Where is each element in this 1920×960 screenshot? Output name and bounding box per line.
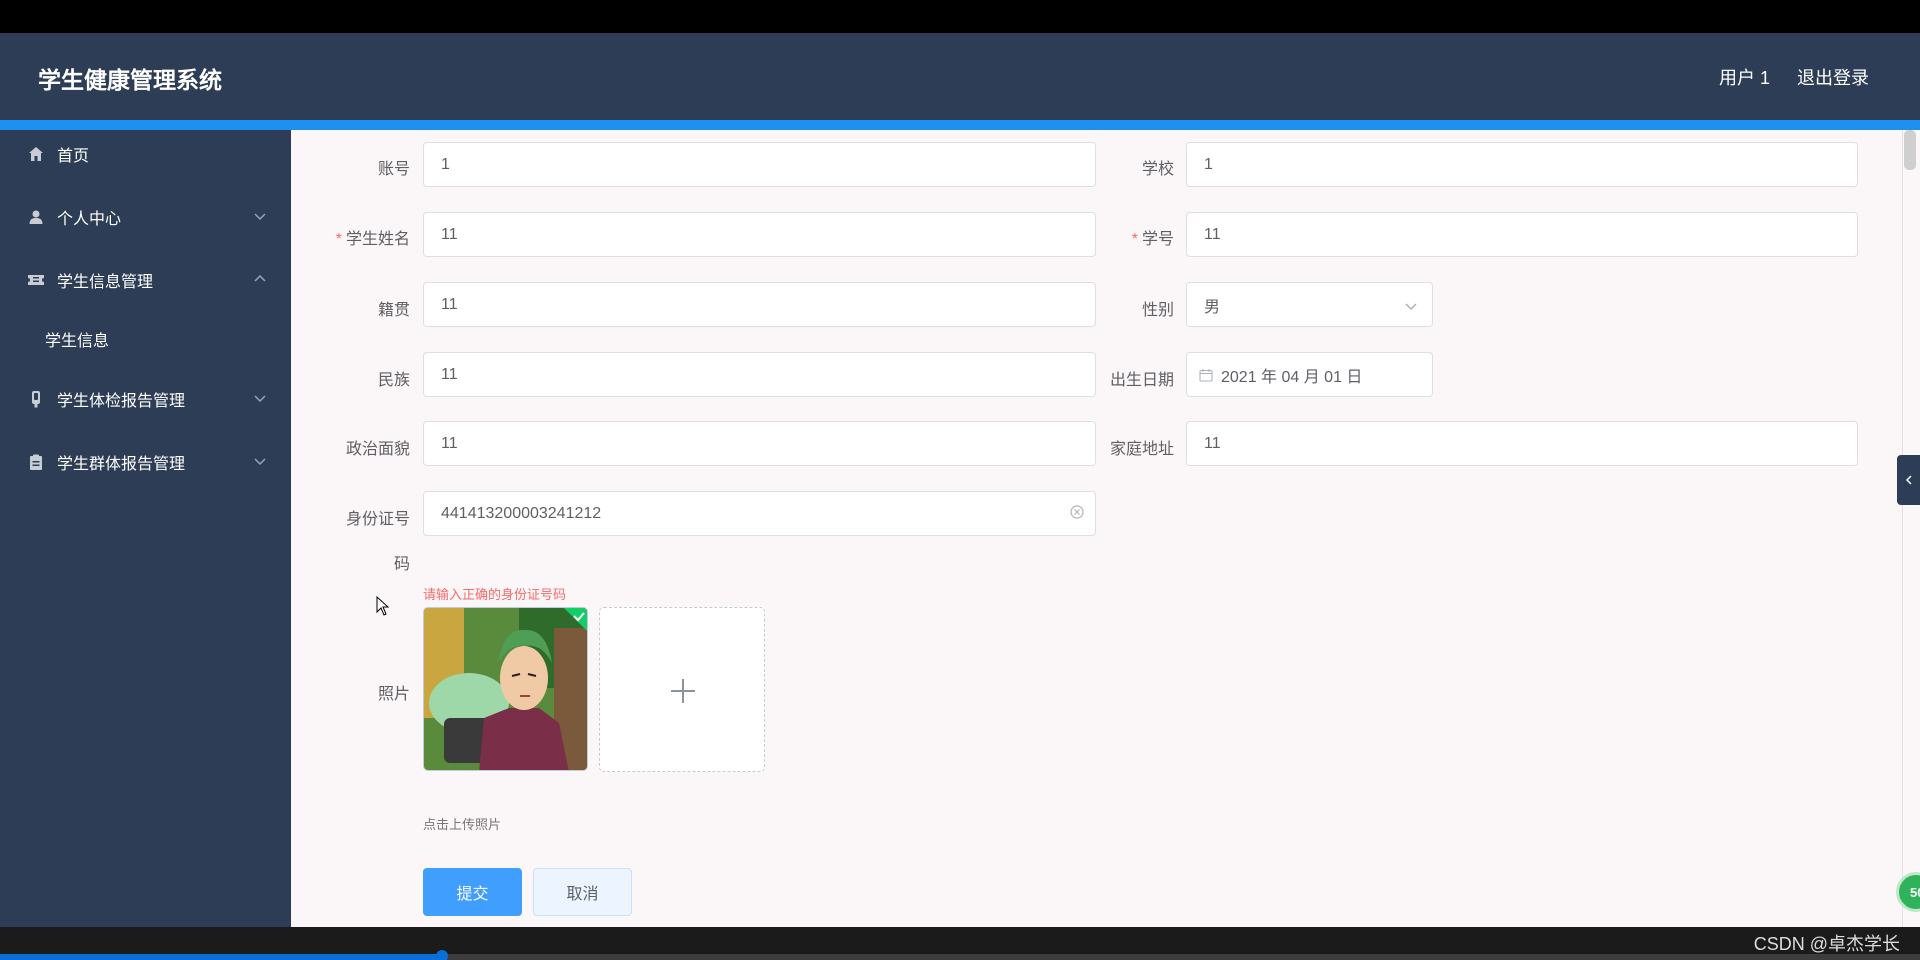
clipboard-icon (27, 390, 45, 408)
id-number-label-wrap: 码 (393, 556, 410, 573)
sidebar-item-home[interactable]: 首页 (0, 130, 291, 178)
student-name-value: 11 (441, 225, 458, 243)
home-address-value: 11 (1204, 434, 1221, 452)
id-number-label: 身份证号 (345, 511, 410, 528)
sidebar-item-label: 学生信息管理 (57, 274, 154, 291)
sidebar-item-personal-center[interactable]: 个人中心 (0, 193, 291, 241)
video-progress-fill (0, 954, 442, 960)
sidebar: 首页 个人中心 学生信息管理 学生信息 学生体检报告管理 学生群体报告管理 (0, 130, 291, 927)
submit-button[interactable]: 提交 (423, 868, 522, 916)
chevron-up-icon (254, 274, 266, 282)
app-header: 学生健康管理系统 用户 1 退出登录 (0, 33, 1920, 120)
school-input[interactable]: 1 (1186, 142, 1858, 187)
mouse-cursor-icon (376, 596, 390, 616)
ethnicity-label: 民族 (377, 372, 410, 389)
chevron-down-icon (254, 458, 266, 466)
native-place-value: 11 (441, 295, 458, 313)
sidebar-item-label: 个人中心 (57, 211, 122, 228)
home-icon (27, 145, 45, 163)
chevron-down-icon (1405, 303, 1417, 310)
sidebar-item-student-info-management[interactable]: 学生信息管理 (0, 256, 291, 304)
required-mark: * (1131, 231, 1138, 248)
upload-photo-button[interactable] (599, 607, 765, 772)
birth-date-value: 2021 年 04 月 01 日 (1221, 368, 1363, 386)
school-label: 学校 (1141, 161, 1174, 178)
app-title: 学生健康管理系统 (38, 67, 222, 93)
gender-select[interactable]: 男 (1186, 282, 1433, 327)
id-number-input[interactable]: 441413200003241212 (423, 491, 1096, 536)
student-no-label: * 学号 (1100, 225, 1174, 249)
top-letterbox (0, 0, 1920, 33)
gender-label: 性别 (1141, 302, 1174, 319)
id-number-error: 请输入正确的身份证号码 (423, 587, 567, 602)
political-status-label: 政治面貌 (345, 441, 410, 458)
sidebar-item-label: 首页 (57, 148, 90, 165)
logout-button[interactable]: 退出登录 (1797, 64, 1869, 90)
uploaded-photo-thumbnail[interactable] (423, 607, 588, 771)
document-icon (27, 453, 45, 471)
home-address-input[interactable]: 11 (1186, 421, 1858, 466)
cancel-button[interactable]: 取消 (533, 868, 632, 916)
birth-date-label: 出生日期 (1109, 372, 1174, 389)
student-no-input[interactable]: 11 (1186, 212, 1858, 257)
account-value: 1 (441, 155, 450, 173)
photo-label: 照片 (377, 686, 410, 703)
scrollbar-track[interactable] (1902, 130, 1920, 927)
sidebar-item-group-report-management[interactable]: 学生群体报告管理 (0, 438, 291, 486)
collapse-panel-button[interactable] (1897, 455, 1920, 505)
header-accent-strip (0, 120, 1920, 130)
student-no-value: 11 (1204, 225, 1221, 243)
gender-value: 男 (1204, 298, 1221, 316)
student-name-label: * 学生姓名 (322, 225, 410, 249)
account-label: 账号 (377, 161, 410, 178)
sidebar-item-label: 学生体检报告管理 (57, 393, 186, 410)
account-input[interactable]: 1 (423, 142, 1096, 187)
upload-photo-hint: 点击上传照片 (423, 817, 502, 832)
school-value: 1 (1204, 155, 1213, 173)
id-number-value: 441413200003241212 (441, 504, 602, 522)
home-address-label: 家庭地址 (1109, 441, 1174, 458)
chevron-down-icon (254, 213, 266, 221)
chevron-left-icon (1905, 475, 1912, 485)
student-no-label-text: 学号 (1141, 231, 1174, 248)
plus-icon (671, 679, 695, 703)
ticket-icon (27, 271, 45, 289)
political-status-value: 11 (441, 434, 458, 452)
native-place-label: 籍贯 (377, 302, 410, 319)
ethnicity-value: 11 (441, 365, 458, 383)
scrollbar-thumb[interactable] (1904, 130, 1916, 170)
floating-badge-text: 50 (1910, 884, 1920, 900)
clear-icon[interactable] (1069, 504, 1085, 520)
app-window: 学生健康管理系统 用户 1 退出登录 首页 个人中心 学生信息管理 学生信息 学… (0, 0, 1920, 960)
user-label: 用户 1 (1718, 68, 1770, 88)
watermark: CSDN @卓杰学长 (1753, 934, 1900, 954)
sidebar-item-label: 学生群体报告管理 (57, 456, 186, 473)
student-name-label-text: 学生姓名 (345, 231, 410, 248)
ethnicity-input[interactable]: 11 (423, 352, 1096, 397)
anime-character-photo (424, 608, 587, 770)
sidebar-item-health-report-management[interactable]: 学生体检报告管理 (0, 375, 291, 423)
sidebar-subitem-student-info[interactable]: 学生信息 (45, 327, 109, 351)
political-status-input[interactable]: 11 (423, 421, 1096, 466)
video-progress-handle[interactable] (435, 950, 448, 960)
chevron-down-icon (254, 395, 266, 403)
user-icon (27, 208, 45, 226)
calendar-icon (1199, 368, 1213, 382)
birth-date-picker[interactable]: 2021 年 04 月 01 日 (1186, 352, 1433, 397)
student-name-input[interactable]: 11 (423, 212, 1096, 257)
required-mark: * (335, 231, 342, 248)
native-place-input[interactable]: 11 (423, 282, 1096, 327)
